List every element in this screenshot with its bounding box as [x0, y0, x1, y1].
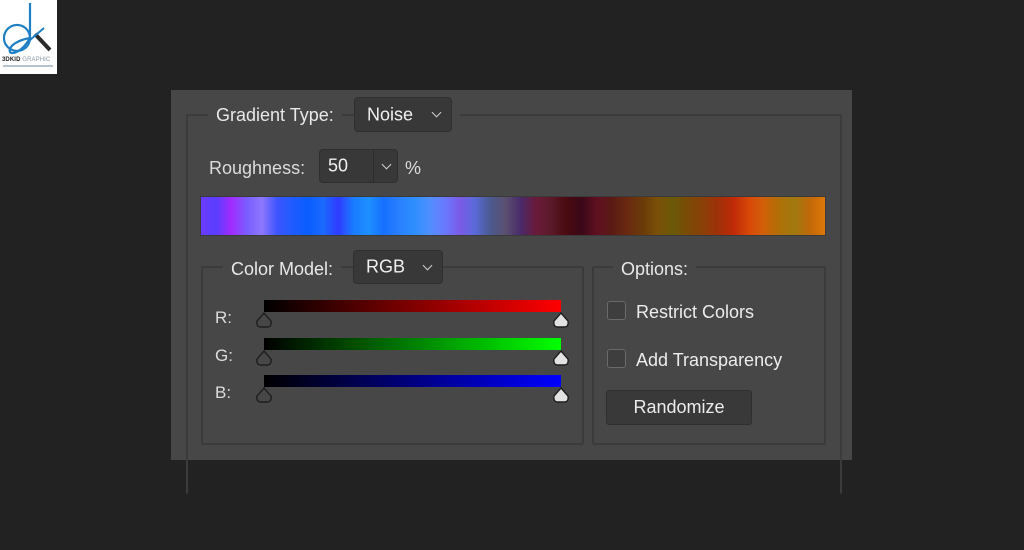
min-stop-handle[interactable]: [255, 350, 273, 366]
roughness-label: Roughness:: [209, 158, 306, 178]
channel-gradient-track[interactable]: [264, 375, 561, 387]
watermark-text: 3DKID GRAPHIC: [2, 57, 51, 63]
channel-gradient-track[interactable]: [264, 338, 561, 350]
roughness-combo[interactable]: 50: [319, 149, 398, 183]
max-stop-handle[interactable]: [552, 387, 570, 403]
channel-gradient-track[interactable]: [264, 300, 561, 312]
channel-label: R:: [215, 308, 232, 327]
chevron-down-icon: [431, 107, 442, 118]
channel-label: G:: [215, 346, 233, 365]
color-model-label: Color Model:: [223, 259, 342, 280]
max-stop-handle[interactable]: [552, 350, 570, 366]
watermark-tagline: [3, 65, 53, 67]
chevron-down-icon[interactable]: [381, 159, 392, 170]
gradient-type-select[interactable]: Noise: [354, 97, 452, 132]
gradient-type-label: Gradient Type:: [208, 105, 342, 126]
color-model-select[interactable]: RGB: [353, 250, 443, 284]
add-transparency-checkbox[interactable]: [607, 349, 626, 368]
roughness-unit: %: [405, 158, 422, 178]
watermark-logo: 3DKID GRAPHIC: [0, 0, 57, 74]
add-transparency-label[interactable]: Add Transparency: [636, 350, 782, 371]
channel-label: B:: [215, 383, 232, 402]
options-label: Options:: [613, 259, 697, 280]
dk-monogram-icon: [2, 3, 52, 55]
gradient-type-value: Noise: [367, 104, 414, 124]
chevron-down-icon: [422, 260, 433, 271]
min-stop-handle[interactable]: [255, 312, 273, 328]
randomize-button[interactable]: Randomize: [606, 390, 752, 425]
restrict-colors-label[interactable]: Restrict Colors: [636, 302, 754, 323]
gradient-editor-panel: Gradient Type: Noise Roughness: 50 % Col…: [171, 90, 852, 494]
noise-gradient-preview: [200, 196, 826, 236]
roughness-value[interactable]: 50: [328, 156, 348, 177]
min-stop-handle[interactable]: [255, 387, 273, 403]
restrict-colors-checkbox[interactable]: [607, 301, 626, 320]
max-stop-handle[interactable]: [552, 312, 570, 328]
color-model-value: RGB: [366, 256, 406, 277]
